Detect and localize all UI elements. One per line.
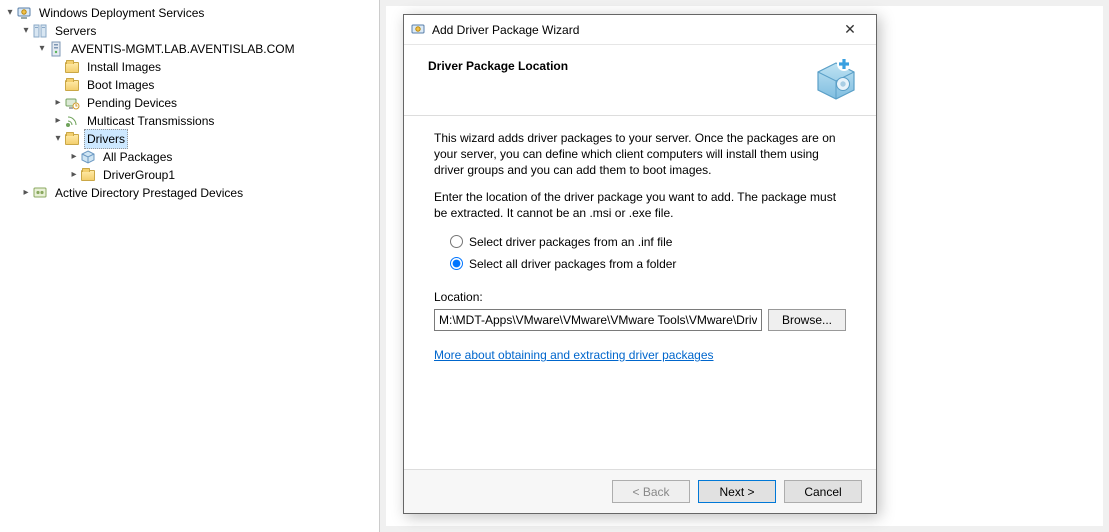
close-button[interactable]: ✕ bbox=[830, 15, 870, 44]
cancel-button[interactable]: Cancel bbox=[784, 480, 862, 503]
folder-icon bbox=[64, 77, 80, 93]
add-driver-package-wizard: Add Driver Package Wizard ✕ Driver Packa… bbox=[403, 14, 877, 514]
browse-button[interactable]: Browse... bbox=[768, 309, 846, 331]
radio-label: Select driver packages from an .inf file bbox=[469, 234, 672, 250]
package-add-icon bbox=[812, 57, 860, 105]
more-info-link[interactable]: More about obtaining and extracting driv… bbox=[434, 348, 714, 362]
tree-multicast[interactable]: ▸ Multicast Transmissions bbox=[0, 112, 379, 130]
page-heading: Driver Package Location bbox=[428, 57, 812, 73]
source-radio-group: Select driver packages from an .inf file… bbox=[450, 231, 846, 275]
chevron-right-icon[interactable]: ▸ bbox=[52, 94, 64, 112]
servers-icon bbox=[32, 23, 48, 39]
tree-label: Active Directory Prestaged Devices bbox=[52, 184, 246, 202]
tree-all-packages[interactable]: ▸ All Packages bbox=[0, 148, 379, 166]
radio-inf-input[interactable] bbox=[450, 235, 463, 248]
tree-label: Servers bbox=[52, 22, 99, 40]
radio-inf-file[interactable]: Select driver packages from an .inf file bbox=[450, 231, 846, 253]
folder-icon bbox=[64, 59, 80, 75]
chevron-down-icon[interactable]: ▾ bbox=[4, 4, 16, 22]
dialog-footer: < Back Next > Cancel bbox=[404, 469, 876, 513]
location-input[interactable] bbox=[434, 309, 762, 331]
tree-servers[interactable]: ▾ Servers bbox=[0, 22, 379, 40]
dialog-title: Add Driver Package Wizard bbox=[432, 23, 830, 37]
tree-ad-prestaged[interactable]: ▸ Active Directory Prestaged Devices bbox=[0, 184, 379, 202]
chevron-right-icon[interactable]: ▸ bbox=[68, 148, 80, 166]
wds-icon bbox=[16, 5, 32, 21]
pending-icon bbox=[64, 95, 80, 111]
intro-text: This wizard adds driver packages to your… bbox=[434, 130, 846, 179]
titlebar[interactable]: Add Driver Package Wizard ✕ bbox=[404, 15, 876, 45]
location-label: Location: bbox=[434, 289, 846, 305]
wds-icon bbox=[410, 22, 426, 38]
chevron-down-icon[interactable]: ▾ bbox=[20, 22, 32, 40]
tree-label: All Packages bbox=[100, 148, 175, 166]
mmc-tree: ▾ Windows Deployment Services ▾ Servers … bbox=[0, 0, 380, 532]
tree-boot-images[interactable]: ▸ Boot Images bbox=[0, 76, 379, 94]
chevron-right-icon[interactable]: ▸ bbox=[52, 112, 64, 130]
tree-drivergroup1[interactable]: ▸ DriverGroup1 bbox=[0, 166, 379, 184]
back-button[interactable]: < Back bbox=[612, 480, 690, 503]
tree-label: Drivers bbox=[84, 129, 128, 149]
radio-label: Select all driver packages from a folder bbox=[469, 256, 676, 272]
enter-location-text: Enter the location of the driver package… bbox=[434, 189, 846, 221]
chevron-right-icon[interactable]: ▸ bbox=[68, 166, 80, 184]
tree-label: Install Images bbox=[84, 58, 164, 76]
tree-label: AVENTIS-MGMT.LAB.AVENTISLAB.COM bbox=[68, 40, 298, 58]
chevron-down-icon[interactable]: ▾ bbox=[52, 130, 64, 148]
chevron-down-icon[interactable]: ▾ bbox=[36, 40, 48, 58]
next-button[interactable]: Next > bbox=[698, 480, 776, 503]
tree-install-images[interactable]: ▸ Install Images bbox=[0, 58, 379, 76]
packages-icon bbox=[80, 149, 96, 165]
tree-label: Multicast Transmissions bbox=[84, 112, 217, 130]
tree-label: Boot Images bbox=[84, 76, 157, 94]
dialog-content: This wizard adds driver packages to your… bbox=[404, 116, 876, 469]
driver-group-icon bbox=[80, 167, 96, 183]
radio-folder[interactable]: Select all driver packages from a folder bbox=[450, 253, 846, 275]
dialog-header: Driver Package Location bbox=[404, 45, 876, 116]
multicast-icon bbox=[64, 113, 80, 129]
server-icon bbox=[48, 41, 64, 57]
chevron-right-icon[interactable]: ▸ bbox=[20, 184, 32, 202]
tree-server-fqdn[interactable]: ▾ AVENTIS-MGMT.LAB.AVENTISLAB.COM bbox=[0, 40, 379, 58]
tree-drivers[interactable]: ▾ Drivers bbox=[0, 130, 379, 148]
tree-label: Windows Deployment Services bbox=[36, 4, 207, 22]
drivers-folder-icon bbox=[64, 131, 80, 147]
ad-icon bbox=[32, 185, 48, 201]
tree-label: Pending Devices bbox=[84, 94, 180, 112]
tree-label: DriverGroup1 bbox=[100, 166, 178, 184]
tree-pending-devices[interactable]: ▸ Pending Devices bbox=[0, 94, 379, 112]
radio-folder-input[interactable] bbox=[450, 257, 463, 270]
tree-root[interactable]: ▾ Windows Deployment Services bbox=[0, 4, 379, 22]
